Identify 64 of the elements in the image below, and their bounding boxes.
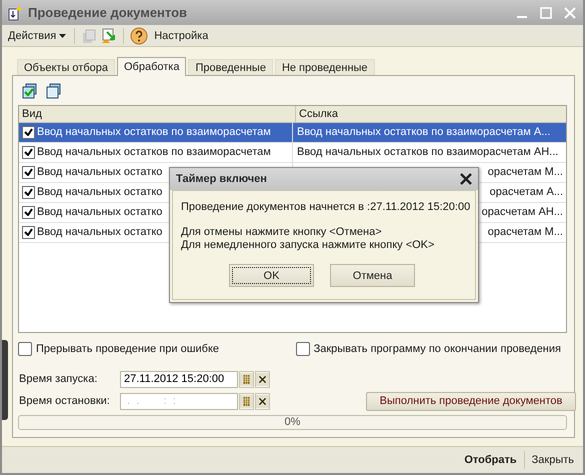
help-icon[interactable] xyxy=(130,26,148,45)
checkbox[interactable] xyxy=(22,186,35,199)
table-row[interactable]: Ввод начальных остатков по взаиморасчетам Ввод начальных остатков по взаиморасчетам АН... xyxy=(19,142,566,163)
document-arrow-icon[interactable] xyxy=(101,28,118,44)
input-field[interactable]: 27.11.2012 15:20:00 xyxy=(120,370,238,388)
checkbox-label: Прерывать проведение при ошибке xyxy=(36,342,220,355)
column-header: Вид xyxy=(21,106,43,122)
dialog-message: Проведение документов начнется в :27.11.2012 15:20:00 xyxy=(181,201,471,214)
window-title: Проведение документов xyxy=(28,5,188,20)
tab[interactable]: Объекты отбора xyxy=(17,58,115,75)
table-cell: орасчетам М... xyxy=(488,226,563,238)
footer-button[interactable]: Закрыть xyxy=(528,452,577,468)
run-button[interactable]: Выполнить проведение документов xyxy=(366,392,576,411)
table-cell: Ввод начальных остатко xyxy=(37,226,162,238)
tab[interactable]: Обработка xyxy=(117,56,186,76)
check-icon xyxy=(24,228,33,236)
checkbox[interactable] xyxy=(18,342,32,356)
uncheck-all-icon[interactable] xyxy=(46,82,62,99)
calendar-icon[interactable] xyxy=(239,392,254,410)
table-cell: орасчетам АН... xyxy=(482,206,563,218)
checkbox[interactable] xyxy=(22,146,35,159)
table-cell: Ввод начальных остатков по взаиморасчетам АН... xyxy=(297,146,558,158)
dialog-hint: Для немедленного запуска нажмите кнопку <OK> xyxy=(181,239,436,252)
footer-button[interactable]: Отобрать xyxy=(461,452,520,468)
check-icon xyxy=(24,148,33,156)
check-icon xyxy=(24,168,33,176)
side-handle[interactable] xyxy=(2,340,8,420)
check-icon xyxy=(24,128,33,136)
checkbox[interactable] xyxy=(22,126,35,139)
column-header: Ссылка xyxy=(295,106,566,122)
check-all-icon[interactable] xyxy=(22,82,38,99)
checkbox[interactable] xyxy=(296,342,310,356)
table-row[interactable]: Ввод начальных остатков по взаиморасчетам Ввод начальных остатков по взаиморасчетам А... xyxy=(19,122,566,143)
dialog-hint: Для отмены нажмите кнопку <Отмена> xyxy=(181,226,383,239)
table-cell: Ввод начальных остатко xyxy=(37,166,162,178)
caret-icon xyxy=(59,34,66,38)
table-cell: Ввод начальных остатков по взаиморасчетам А... xyxy=(297,126,550,138)
table-cell: Ввод начальных остатко xyxy=(37,186,162,198)
checkbox-label: Закрывать программу по окончании проведения xyxy=(314,342,561,355)
table-cell: Ввод начальных остатко xyxy=(37,206,162,218)
table-cell: орасчетам А... xyxy=(490,186,563,198)
field-label: Время остановки: xyxy=(18,395,111,408)
checkbox[interactable] xyxy=(22,206,35,219)
settings-button[interactable]: Настройка xyxy=(152,28,210,43)
calendar-icon[interactable] xyxy=(239,370,254,388)
checkbox[interactable] xyxy=(22,166,35,179)
tab[interactable]: Не проведенные xyxy=(274,58,375,75)
table-cell: Ввод начальных остатков по взаиморасчетам xyxy=(37,126,271,138)
document-icon xyxy=(8,4,22,21)
field-label: Время запуска: xyxy=(18,373,98,386)
table-cell: Ввод начальных остатков по взаиморасчетам xyxy=(37,146,271,158)
dialog-button[interactable]: OK xyxy=(229,264,314,287)
dialog-title: Таймер включен xyxy=(176,173,267,185)
close-icon[interactable] xyxy=(460,173,472,185)
checkbox[interactable] xyxy=(22,226,35,239)
tab[interactable]: Проведенные xyxy=(188,58,273,75)
check-icon xyxy=(24,208,33,216)
table-cell: орасчетам М... xyxy=(488,166,563,178)
progress-text: 0% xyxy=(284,416,302,429)
actions-menu[interactable]: Действия xyxy=(6,28,68,43)
clear-icon[interactable] xyxy=(255,370,270,388)
clear-icon[interactable] xyxy=(255,392,270,410)
dialog-button[interactable]: Отмена xyxy=(330,264,415,287)
check-icon xyxy=(24,188,33,196)
